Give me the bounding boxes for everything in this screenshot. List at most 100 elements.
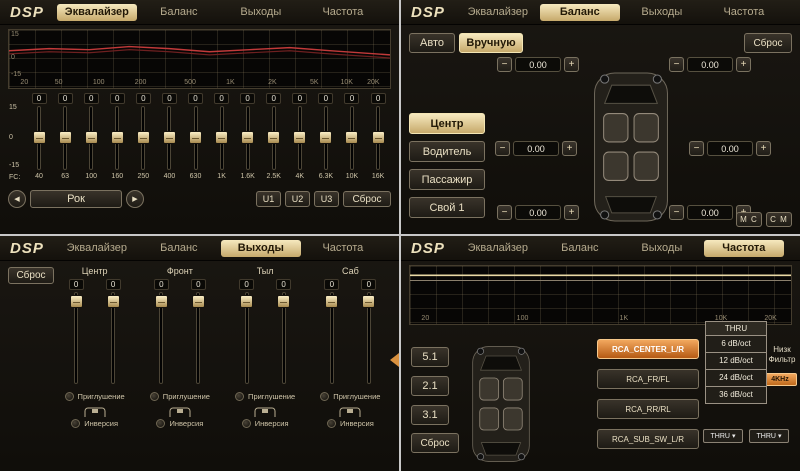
invert-checkbox[interactable] (71, 419, 80, 428)
band-slider[interactable] (167, 106, 171, 170)
band-slider-handle[interactable] (345, 131, 358, 144)
output-level-slider[interactable] (367, 292, 371, 384)
band-slider-handle[interactable] (33, 131, 46, 144)
preset-name-button[interactable]: Рок (30, 190, 122, 208)
slope-option-6db[interactable]: 6 dB/oct (705, 336, 767, 353)
tab-outputs[interactable]: Выходы (622, 4, 702, 21)
band-slider-handle[interactable] (163, 131, 176, 144)
rca-front-button[interactable]: RCA_FR/FL (597, 369, 699, 389)
outputs-reset-button[interactable]: Сброс (8, 267, 54, 284)
band-slider[interactable] (324, 106, 328, 170)
output-level-slider[interactable] (74, 292, 78, 384)
mute-checkbox[interactable] (320, 392, 329, 401)
plus-button[interactable]: + (756, 141, 771, 156)
mode-51-button[interactable]: 5.1 (411, 347, 449, 367)
mute-checkbox[interactable] (235, 392, 244, 401)
rca-rear-button[interactable]: RCA_RR/RL (597, 399, 699, 419)
band-slider-handle[interactable] (59, 131, 72, 144)
tab-balance[interactable]: Баланс (139, 4, 219, 21)
output-slider-handle[interactable] (277, 295, 290, 308)
link-channels-icon[interactable] (252, 404, 278, 416)
invert-checkbox[interactable] (242, 419, 251, 428)
band-slider-handle[interactable] (189, 131, 202, 144)
band-slider[interactable] (272, 106, 276, 170)
band-slider[interactable] (350, 106, 354, 170)
panel-expand-arrow[interactable] (390, 353, 399, 367)
output-slider-handle[interactable] (155, 295, 168, 308)
link-channels-icon[interactable] (167, 404, 193, 416)
plus-button[interactable]: + (736, 57, 751, 72)
output-slider-handle[interactable] (107, 295, 120, 308)
band-slider[interactable] (220, 106, 224, 170)
tab-frequency[interactable]: Частота (303, 240, 383, 257)
band-slider-handle[interactable] (319, 131, 332, 144)
output-slider-handle[interactable] (240, 295, 253, 308)
tab-balance[interactable]: Баланс (139, 240, 219, 257)
output-slider-handle[interactable] (325, 295, 338, 308)
thru-select-left[interactable]: THRU▾ (703, 429, 743, 443)
band-slider[interactable] (63, 106, 67, 170)
band-slider-handle[interactable] (137, 131, 150, 144)
plus-button[interactable]: + (564, 57, 579, 72)
band-slider[interactable] (141, 106, 145, 170)
low-filter-frequency[interactable]: 4KHz (763, 373, 797, 386)
tab-equalizer[interactable]: Эквалайзер (458, 4, 538, 21)
cm-mode-button[interactable]: C M (766, 212, 792, 227)
band-slider[interactable] (89, 106, 93, 170)
band-slider-handle[interactable] (241, 131, 254, 144)
output-level-slider[interactable] (245, 292, 249, 384)
output-level-slider[interactable] (159, 292, 163, 384)
tab-equalizer[interactable]: Эквалайзер (57, 240, 137, 257)
mute-checkbox[interactable] (65, 392, 74, 401)
band-slider[interactable] (194, 106, 198, 170)
slope-option-36db[interactable]: 36 dB/oct (705, 387, 767, 404)
band-slider-handle[interactable] (372, 131, 385, 144)
slope-option-24db[interactable]: 24 dB/oct (705, 370, 767, 387)
minus-button[interactable]: − (669, 205, 684, 220)
preset-prev-button[interactable]: ◀ (8, 190, 26, 208)
rca-center-button[interactable]: RCA_CENTER_L/R (597, 339, 699, 359)
position-center-button[interactable]: Центр (409, 113, 485, 134)
tab-equalizer[interactable]: Эквалайзер (57, 4, 137, 21)
output-level-slider[interactable] (282, 292, 286, 384)
output-level-slider[interactable] (111, 292, 115, 384)
position-driver-button[interactable]: Водитель (409, 141, 485, 162)
tab-outputs[interactable]: Выходы (221, 240, 301, 257)
tab-outputs[interactable]: Выходы (221, 4, 301, 21)
output-level-slider[interactable] (196, 292, 200, 384)
minus-button[interactable]: − (497, 57, 512, 72)
output-slider-handle[interactable] (192, 295, 205, 308)
tab-frequency[interactable]: Частота (704, 4, 784, 21)
band-slider[interactable] (298, 106, 302, 170)
tab-equalizer[interactable]: Эквалайзер (458, 240, 538, 257)
memory-u1-button[interactable]: U1 (256, 191, 281, 207)
tab-frequency[interactable]: Частота (704, 240, 784, 257)
link-channels-icon[interactable] (82, 404, 108, 416)
band-slider[interactable] (115, 106, 119, 170)
memory-u3-button[interactable]: U3 (314, 191, 339, 207)
frequency-reset-button[interactable]: Сброс (411, 433, 459, 453)
minus-button[interactable]: − (669, 57, 684, 72)
link-channels-icon[interactable] (337, 404, 363, 416)
mode-21-button[interactable]: 2.1 (411, 376, 449, 396)
tab-balance[interactable]: Баланс (540, 4, 620, 21)
band-slider-handle[interactable] (85, 131, 98, 144)
band-slider-handle[interactable] (215, 131, 228, 144)
minus-button[interactable]: − (689, 141, 704, 156)
tab-outputs[interactable]: Выходы (622, 240, 702, 257)
output-slider-handle[interactable] (362, 295, 375, 308)
eq-reset-button[interactable]: Сброс (343, 191, 391, 207)
band-slider-handle[interactable] (293, 131, 306, 144)
preset-next-button[interactable]: ▶ (126, 190, 144, 208)
plus-button[interactable]: + (564, 205, 579, 220)
band-slider-handle[interactable] (111, 131, 124, 144)
balance-reset-button[interactable]: Сброс (744, 33, 792, 53)
memory-u2-button[interactable]: U2 (285, 191, 310, 207)
slope-option-12db[interactable]: 12 dB/oct (705, 353, 767, 370)
thru-select-right[interactable]: THRU▾ (749, 429, 789, 443)
invert-checkbox[interactable] (327, 419, 336, 428)
minus-button[interactable]: − (495, 141, 510, 156)
minus-button[interactable]: − (497, 205, 512, 220)
tab-frequency[interactable]: Частота (303, 4, 383, 21)
mute-checkbox[interactable] (150, 392, 159, 401)
